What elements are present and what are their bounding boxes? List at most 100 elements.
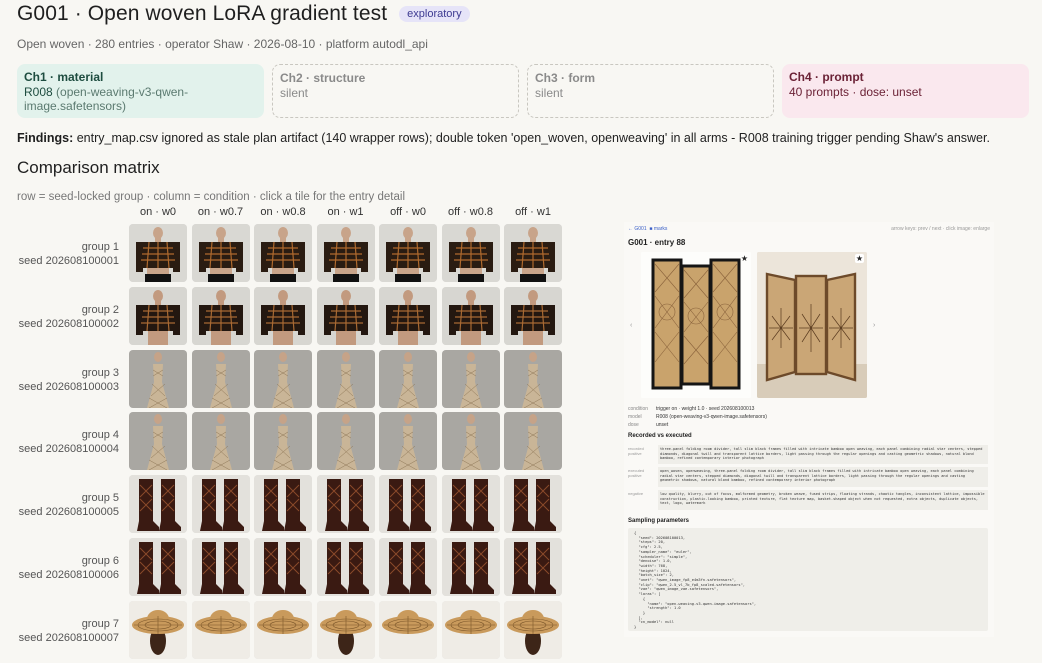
channel-title: Ch4 · prompt [789,70,864,84]
entry-tile[interactable] [129,286,187,345]
column-header: on · w1 [327,206,364,218]
entry-tile[interactable] [254,538,312,596]
entry-tile[interactable] [379,224,437,282]
entry-tile[interactable] [129,224,187,282]
next-arrow[interactable]: › [873,322,875,329]
entry-tile[interactable] [316,538,375,596]
entry-tile[interactable] [254,286,312,345]
entry-tile[interactable] [441,224,500,282]
channel-title: Ch3 · form [535,71,595,85]
row-group: group 3 [81,366,119,379]
sampling-heading: Sampling parameters [628,518,690,524]
entry-tile[interactable] [379,349,437,408]
entry-tile[interactable] [316,224,375,282]
entry-tile[interactable] [254,600,312,659]
entry-tile[interactable] [504,475,562,534]
entry-tile[interactable] [191,286,250,345]
entry-tile[interactable] [504,286,562,345]
header: G001 · Open woven LoRA gradient test exp… [17,2,470,26]
entry-tile[interactable] [441,538,500,596]
detail-topbar: ← G001 ■ marks arrow keys: prev / next ·… [628,226,990,232]
row-group: group 6 [81,555,119,567]
row-group: group 2 [81,303,119,316]
executed-label: executed positive [628,468,645,478]
entry-tile[interactable] [254,412,312,471]
entry-tile[interactable] [254,475,312,534]
row-group: group 1 [81,241,119,253]
entry-tile[interactable] [129,412,187,471]
row-seed: seed 202608100005 [18,506,119,519]
entry-tile[interactable] [129,475,187,534]
entry-tile[interactable] [316,349,375,408]
favorite-star-icon[interactable]: ★ [741,254,748,263]
lora-file: (open-weaving-v3-qwen- [52,85,189,99]
entry-tile[interactable] [504,412,562,471]
entry-tile[interactable] [441,412,500,471]
entry-tile[interactable] [441,286,500,345]
entry-tile[interactable] [504,600,562,659]
column-header: on · w0.7 [197,206,244,218]
entry-tile[interactable] [191,538,250,596]
entry-tile[interactable] [441,475,500,534]
row-seed: seed 202608100004 [18,443,119,456]
channel-state: silent [280,86,309,100]
entry-tile[interactable] [129,538,187,596]
entry-tile[interactable] [441,600,500,659]
channel-title: Ch1 · material [24,70,104,84]
entry-image-2[interactable]: ★ [757,252,867,398]
entry-tile[interactable] [379,412,437,471]
entry-tile[interactable] [504,349,562,408]
entry-tile[interactable] [254,224,312,282]
entry-tile[interactable] [504,224,562,282]
row-group: group 4 [81,429,119,442]
row-group: group 7 [81,617,119,630]
recorded-text: three-panel folding room divider, tall s… [658,445,988,464]
entry-tile[interactable] [379,286,437,345]
entry-tile[interactable] [441,349,500,408]
column-header: off · w1 [515,206,551,218]
entry-tile[interactable] [316,475,375,534]
channel-card-form: Ch3 · form silent [527,64,774,118]
recorded-heading: Recorded vs executed [628,433,692,439]
entry-tile[interactable] [316,600,375,659]
page-meta: Open woven · 280 entries · operator Shaw… [17,37,428,51]
entry-tile[interactable] [504,538,562,596]
entry-tile[interactable] [191,412,250,471]
marks-link[interactable]: ■ marks [649,226,667,232]
entry-tile[interactable] [379,538,437,596]
channel-card-material: Ch1 · material R008 (open-weaving-v3-qwe… [17,64,264,118]
channel-title: Ch2 · structure [280,71,366,85]
matrix-heading: Comparison matrix [17,158,160,177]
row-label: group 5 seed 202608100005 [0,491,119,519]
row-seed: seed 202608100003 [18,380,119,393]
row-label: group 4 seed 202608100004 [0,428,119,456]
entry-tile[interactable] [129,600,187,659]
entry-tile[interactable] [191,224,250,282]
row-seed: seed 202608100001 [18,255,119,267]
column-header: on · w0 [139,206,177,218]
entry-tile[interactable] [191,600,250,659]
executed-text: open_woven, openweaving, three-panel fol… [658,467,988,487]
row-seed: seed 202608100006 [18,569,119,581]
entry-tile[interactable] [379,475,437,534]
row-label: group 7 seed 202608100007 [0,617,119,645]
condition-value: trigger on · weight 1.0 · seed 202608100… [656,406,755,412]
channel-state: silent [535,86,564,100]
entry-tile[interactable] [316,286,375,345]
entry-tile[interactable] [316,412,375,471]
dose-label: dose [628,422,639,428]
back-link[interactable]: ← G001 [628,226,647,232]
channel-card-structure: Ch2 · structure silent [272,64,519,118]
entry-tile[interactable] [379,600,437,659]
entry-image-1[interactable]: ★ [641,252,751,398]
row-label: group 6 seed 202608100006 [0,554,119,582]
entry-tile[interactable] [254,349,312,408]
channel-cards: Ch1 · material R008 (open-weaving-v3-qwe… [17,64,1029,118]
favorite-star-icon[interactable]: ★ [854,254,864,263]
condition-row: condition trigger on · weight 1.0 · seed … [628,406,754,412]
column-header: on · w0.8 [260,206,306,218]
entry-tile[interactable] [191,349,250,408]
entry-tile[interactable] [129,349,187,408]
entry-tile[interactable] [191,475,250,534]
prev-arrow[interactable]: ‹ [630,322,632,329]
